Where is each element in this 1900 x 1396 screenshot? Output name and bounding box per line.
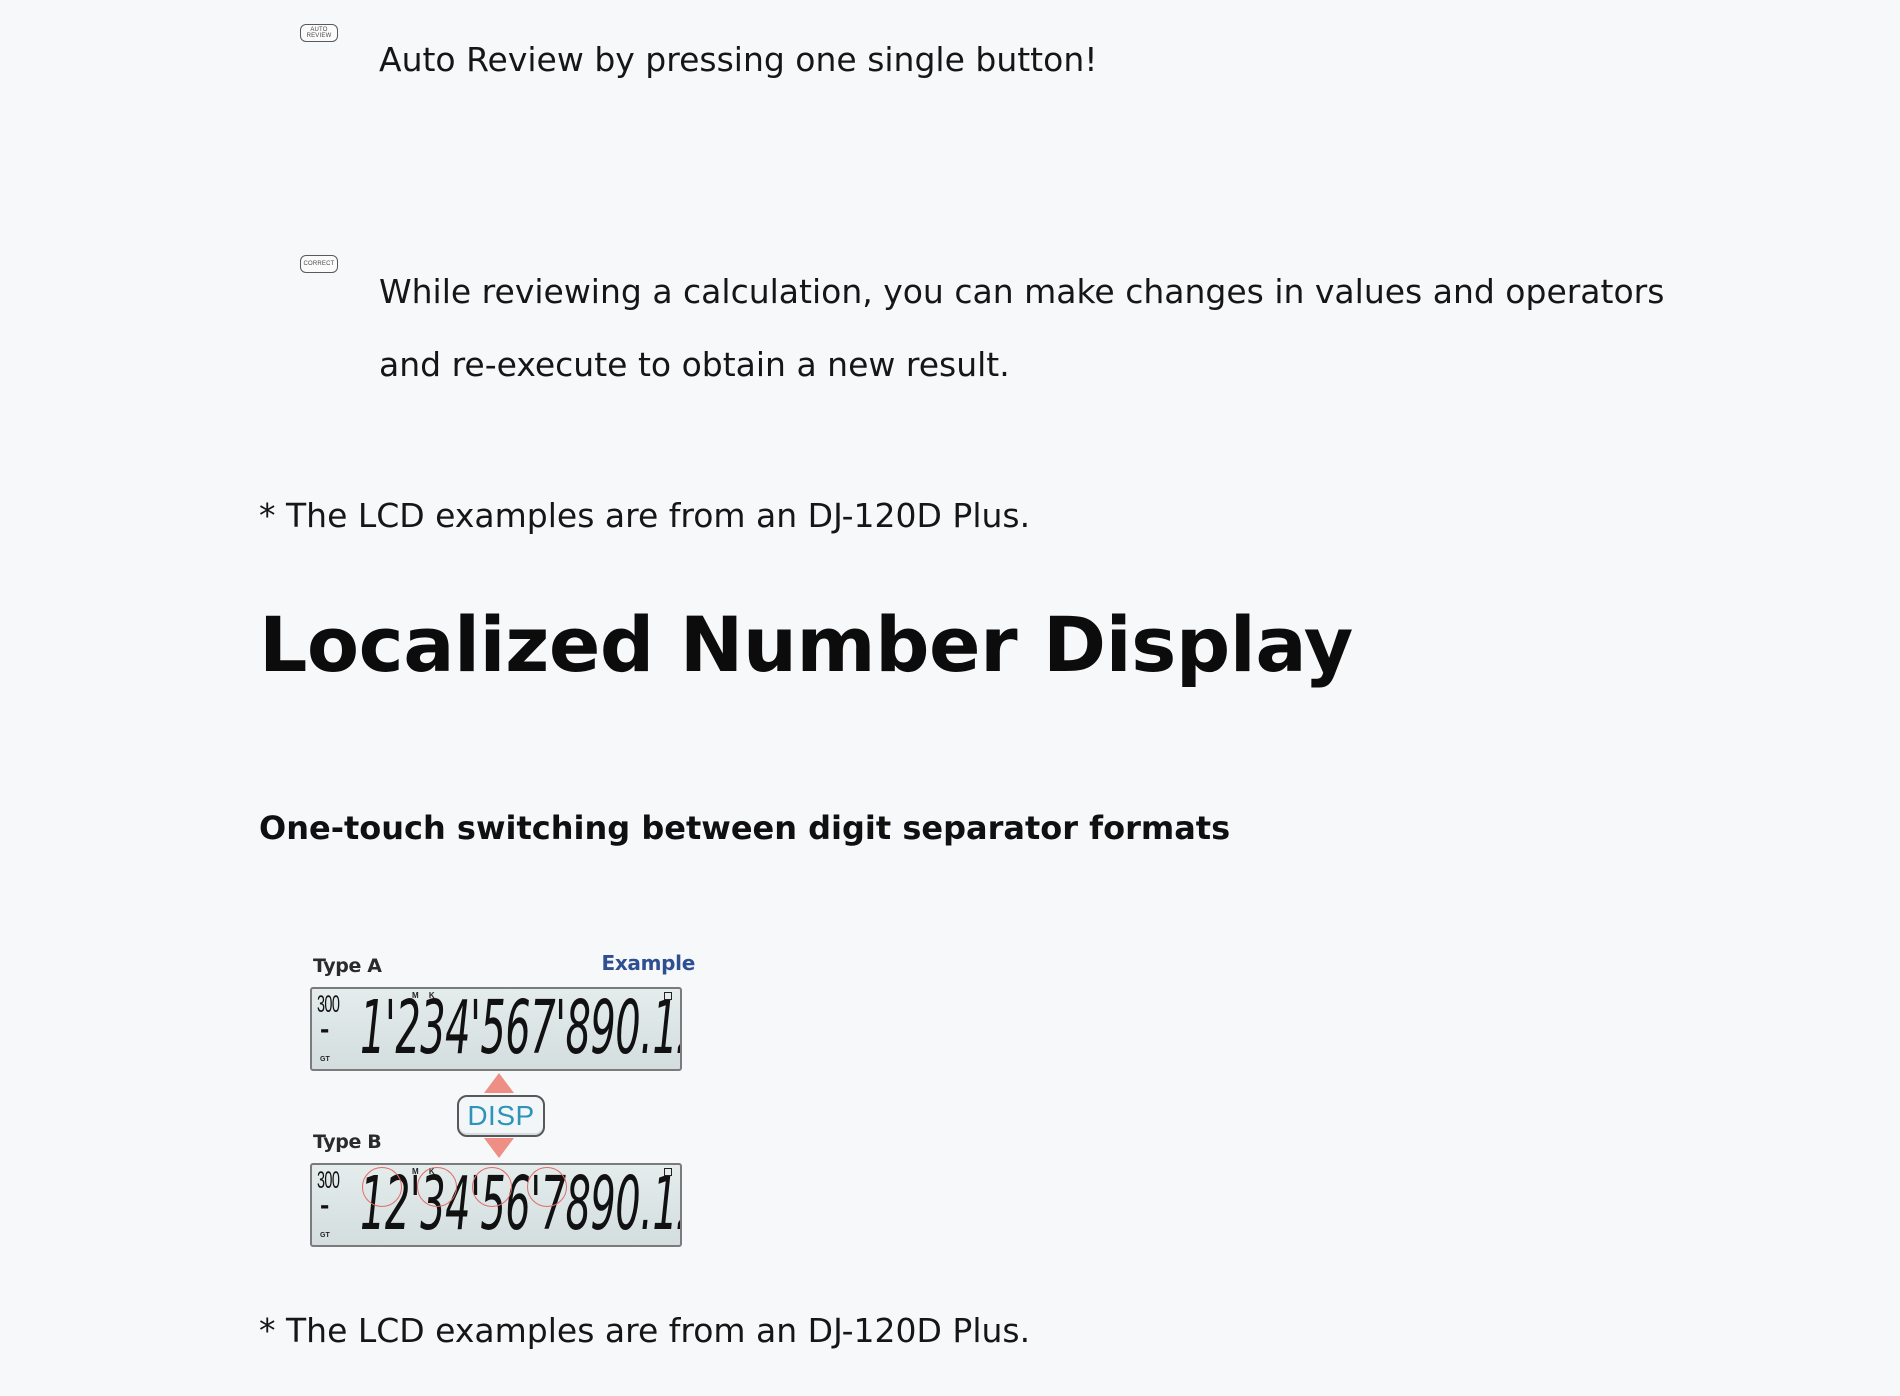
lcd-display-type-b: 300 - GT M K 12'34'56'7890.12 [310, 1163, 682, 1247]
separator-highlight-circle-icon [362, 1167, 402, 1207]
lcd-example-note: * The LCD examples are from an DJ-120D P… [259, 1311, 1031, 1350]
feature-description: Auto Review by pressing one single butto… [379, 40, 1098, 79]
section-title: Localized Number Display [259, 600, 1353, 689]
separator-highlight-circle-icon [472, 1167, 512, 1207]
lcd-separator-illustration: Type A Example 300 - GT M K 1'234'567'89… [305, 945, 695, 1250]
gt-indicator: GT [320, 1232, 330, 1239]
separator-highlight-circle-icon [527, 1167, 567, 1207]
arrow-up-icon [484, 1073, 514, 1093]
lcd-digits: 1'234'567'890.12 [360, 987, 682, 1071]
lcd-display-type-a: 300 - GT M K 1'234'567'890.12 [310, 987, 682, 1071]
type-b-label: Type B [313, 1131, 382, 1153]
auto-review-key-icon: AUTO REVIEW [300, 24, 338, 42]
separator-highlight-circle-icon [417, 1167, 457, 1207]
square-indicator-icon [664, 1168, 672, 1176]
lcd-example-note: * The LCD examples are from an DJ-120D P… [259, 496, 1031, 535]
type-a-label: Type A [313, 955, 382, 977]
feature-description: While reviewing a calculation, you can m… [379, 272, 1665, 384]
section-subheading: One-touch switching between digit separa… [259, 809, 1231, 847]
minus-indicator-icon: - [320, 1189, 330, 1220]
square-indicator-icon [664, 992, 672, 1000]
disp-key: DISP [457, 1095, 545, 1137]
lcd-digits: 12'34'56'7890.12 [360, 1163, 682, 1247]
gt-indicator: GT [320, 1056, 330, 1063]
product-page: AUTO REVIEW Auto Review by pressing one … [0, 0, 1900, 1396]
example-label: Example [601, 951, 695, 975]
correct-key-icon: CORRECT [300, 255, 338, 273]
minus-indicator-icon: - [320, 1013, 330, 1044]
arrow-down-icon [484, 1138, 514, 1158]
